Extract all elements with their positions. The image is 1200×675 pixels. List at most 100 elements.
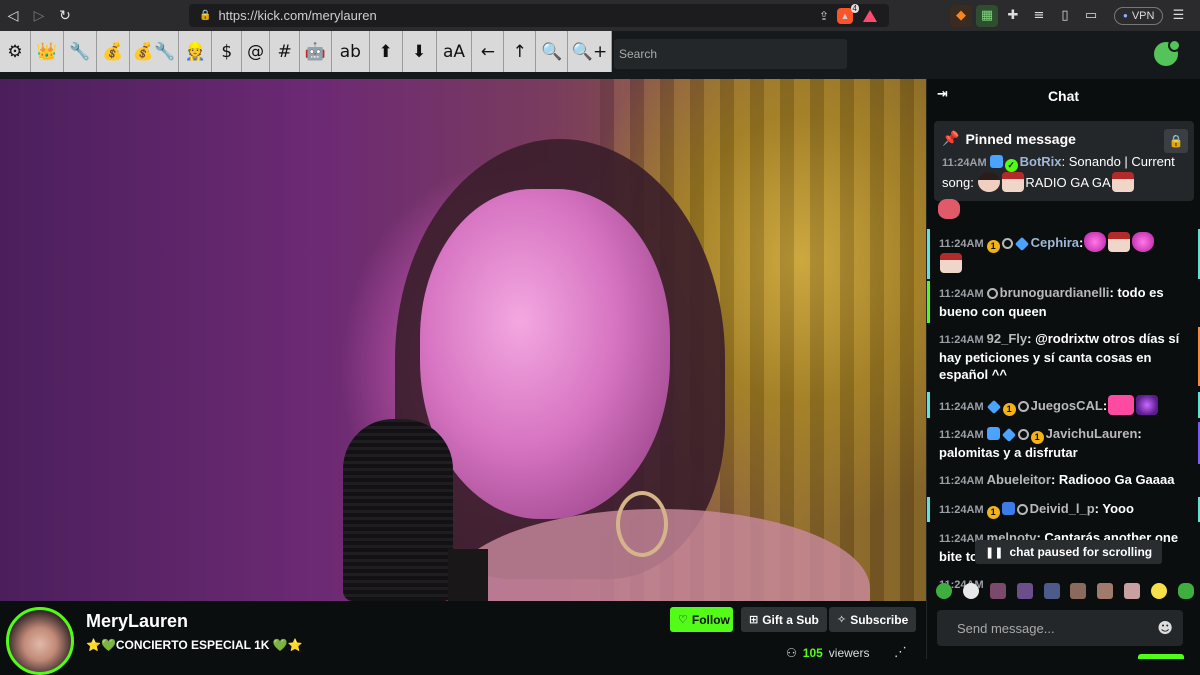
message-user[interactable]: 92_Fly (987, 331, 1027, 346)
emote-icon (1002, 172, 1025, 192)
message-time: 11:24AM (939, 334, 984, 346)
toolbar-up-arrow-button[interactable]: ⬆ (370, 31, 403, 72)
chat-message: 11:24AM 1 Cephira: (927, 229, 1200, 279)
chat-input[interactable] (957, 620, 1158, 636)
emote-icon[interactable] (1124, 583, 1141, 599)
message-user[interactable]: JavichuLauren (1046, 426, 1138, 441)
viewers-icon: ⚇ (786, 646, 797, 660)
metamask-icon[interactable]: ◆ (950, 4, 972, 27)
chat-message: 11:24AM brunoguardianelli: todo es bueno … (927, 281, 1200, 323)
toolbar-at-button[interactable]: @ (242, 31, 271, 72)
toolbar-wrench-button[interactable]: 🔧 (64, 31, 97, 72)
toolbar-case-button[interactable]: aA (437, 31, 473, 72)
toolbar-up-button[interactable]: ↑ (504, 31, 537, 72)
toolbar-robot-button[interactable]: 🤖 (300, 31, 332, 72)
user-avatar[interactable] (1154, 39, 1181, 66)
toolbar-left-arrow-button[interactable]: ← (472, 31, 505, 72)
toolbar-money-wrench-button[interactable]: 💰🔧 (130, 31, 180, 72)
message-time: 11:24AM (939, 288, 984, 300)
emote-icon[interactable] (936, 583, 952, 599)
browser-toolbar: ◁ ▷ ↻ 🔒 https://kick.com/merylauren ⇪ ▲ 4… (0, 0, 1200, 31)
url-text: https://kick.com/merylauren (218, 8, 377, 23)
toolbar-gear-button[interactable]: ⚙ (0, 31, 31, 72)
paused-label: chat paused for scrolling (1009, 545, 1153, 559)
collapse-chat-icon[interactable]: ⇥ (937, 87, 948, 102)
search-input[interactable] (619, 47, 847, 61)
chat-header: ⇥ Chat (927, 79, 1200, 112)
emoji-picker-icon[interactable]: ☻ (1157, 619, 1173, 637)
emote-icon[interactable] (962, 583, 979, 599)
toolbar-worker-button[interactable]: 👷 (179, 31, 213, 72)
message-user[interactable]: JuegosCAL (1031, 398, 1103, 413)
address-bar[interactable]: 🔒 https://kick.com/merylauren ⇪ ▲ 4 (189, 3, 889, 27)
back-button[interactable]: ◁ (0, 0, 26, 31)
reload-button[interactable]: ↻ (52, 0, 78, 31)
pah-emote-icon (1108, 395, 1135, 415)
toolbar-money-bag-button[interactable]: 💰 (97, 31, 130, 72)
wallet-icon[interactable]: ▭ (1080, 5, 1102, 27)
message-time: 11:24AM (939, 429, 984, 441)
emote-icon[interactable] (1016, 583, 1033, 599)
message-user[interactable]: Deivid_l_p (1030, 501, 1095, 516)
channel-avatar[interactable] (6, 607, 74, 675)
emote-icon[interactable] (1151, 583, 1167, 599)
toolbar-dollar-button[interactable]: $ (212, 31, 243, 72)
emote-icon[interactable] (989, 583, 1006, 599)
forward-button[interactable]: ▷ (26, 0, 52, 31)
playlist-icon[interactable]: ≡ (1028, 5, 1050, 27)
search-box[interactable] (614, 39, 847, 69)
share-icon[interactable]: ⋰ (894, 645, 907, 660)
badge-cube-icon (1001, 502, 1015, 515)
emote-icon (940, 253, 962, 273)
heart-icon: ♡ (678, 613, 688, 626)
toolbar-ab-button[interactable]: ab (332, 31, 370, 72)
toolbar-search-button[interactable]: 🔍 (536, 31, 569, 72)
message-time: 11:24AM (939, 238, 984, 250)
pinned-header: 📌 Pinned message (942, 131, 1186, 147)
badge-dot-icon (986, 288, 998, 299)
badge-dot-icon (1016, 504, 1028, 515)
message-user[interactable]: Cephira (1031, 235, 1079, 250)
lock-icon[interactable]: 🔒 (1164, 129, 1188, 153)
sidebar-icon[interactable]: ▯ (1054, 5, 1076, 27)
brave-rewards-icon[interactable] (863, 9, 877, 22)
toolbar-down-arrow-button[interactable]: ⬇ (403, 31, 437, 72)
follow-button[interactable]: ♡ Follow (670, 607, 733, 632)
badge-dot-icon (1017, 429, 1029, 440)
subscribe-button[interactable]: ✧ Subscribe (829, 607, 917, 632)
toolbar-zoom-in-button[interactable]: 🔍+ (568, 31, 612, 72)
message-user[interactable]: BotRix (1020, 154, 1062, 169)
message-time: 11:24AM (939, 504, 984, 516)
message-user[interactable]: Abueleitor (987, 472, 1051, 487)
message-text: : (1102, 398, 1108, 413)
lock-icon: 🔒 (199, 10, 212, 21)
message-user[interactable]: brunoguardianelli (1000, 285, 1110, 300)
emote-icon[interactable] (1177, 583, 1194, 599)
extension-icon[interactable]: ▦ (976, 4, 998, 27)
gift-sub-button[interactable]: ⊞ Gift a Sub (741, 607, 827, 632)
microphone-stand (448, 549, 488, 601)
site-header: ⚙ 👑 🔧 💰 💰🔧 👷 $ @ # 🤖 ab ⬆ ⬇ aA ← ↑ 🔍 🔍+ (0, 31, 1200, 79)
badge-gem-icon (1014, 236, 1029, 252)
message-time: 11:24AM (942, 157, 987, 169)
toolbar-hash-button[interactable]: # (270, 31, 301, 72)
toolbar-crown-button[interactable]: 👑 (31, 31, 64, 72)
vpn-button[interactable]: VPN (1114, 6, 1164, 25)
dino-emote-icon (937, 199, 961, 219)
emote-icon[interactable] (1070, 583, 1087, 599)
puzzle-icon[interactable]: ✚ (1002, 5, 1024, 27)
share-icon[interactable]: ⇪ (819, 9, 829, 23)
chat-input-box[interactable]: ☻ (937, 610, 1183, 646)
gift-icon: ⊞ (749, 613, 759, 626)
channel-name[interactable]: MeryLauren (86, 611, 188, 632)
earring (616, 491, 668, 557)
brave-shield-icon[interactable]: ▲ 4 (837, 3, 859, 24)
emote-icon (978, 172, 1001, 192)
chat-paused-button[interactable]: ❚❚ chat paused for scrolling (975, 540, 1163, 564)
emote-icon[interactable] (1043, 583, 1060, 599)
video-player[interactable] (0, 79, 926, 601)
chat-send-button[interactable] (1138, 654, 1184, 659)
badge-dot-icon (1017, 401, 1029, 412)
emote-icon[interactable] (1097, 583, 1114, 599)
menu-icon[interactable]: ☰ (1167, 5, 1189, 27)
